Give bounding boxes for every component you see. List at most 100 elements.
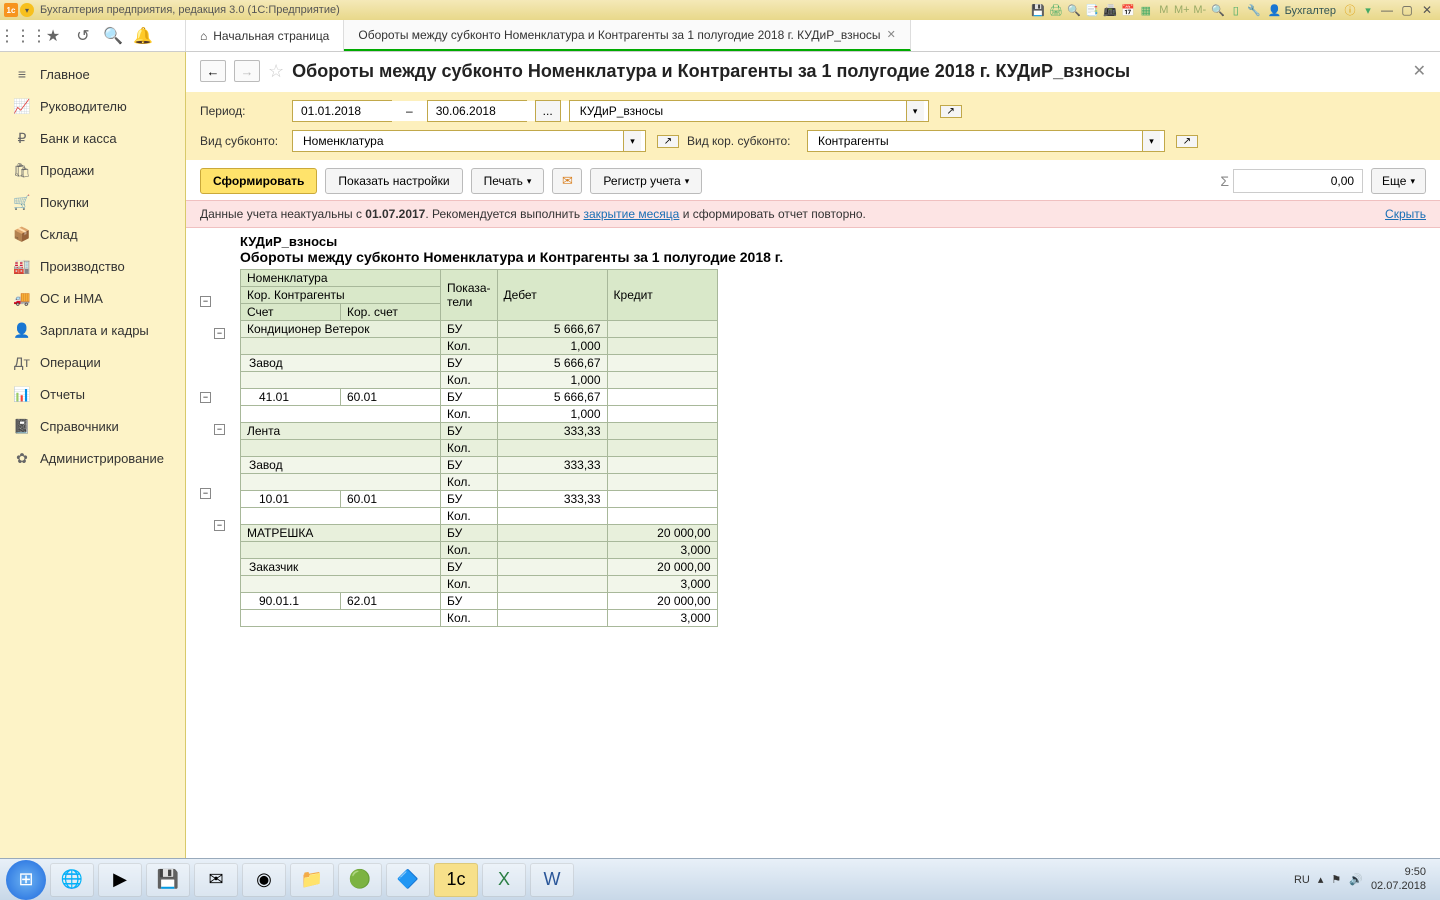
report-org-title: КУДиР_взносы	[240, 234, 1426, 249]
org-select[interactable]: ▾	[569, 100, 929, 122]
forward-button[interactable]: →	[234, 60, 260, 82]
task-app1-icon[interactable]: 🟢	[338, 863, 382, 897]
kor-subkonto-dropdown-icon[interactable]: ▾	[1142, 131, 1160, 151]
sidebar-item-0[interactable]: ≡Главное	[0, 58, 185, 90]
sidebar-item-2[interactable]: ₽Банк и касса	[0, 122, 185, 154]
close-month-link[interactable]: закрытие месяца	[583, 207, 679, 221]
tools-icon[interactable]: 🔧	[1246, 2, 1262, 18]
sidebar-item-label: Продажи	[40, 163, 94, 178]
period-pick-button[interactable]: ...	[535, 100, 561, 122]
show-settings-button[interactable]: Показать настройки	[325, 168, 462, 194]
task-excel-icon[interactable]: X	[482, 863, 526, 897]
sidebar-item-7[interactable]: 🚚ОС и НМА	[0, 282, 185, 314]
calendar-icon[interactable]: 📅	[1120, 2, 1136, 18]
kor-subkonto-select[interactable]: ▾	[807, 130, 1165, 152]
more-button[interactable]: Еще ▾	[1371, 168, 1426, 194]
sidebar-item-4[interactable]: 🛒Покупки	[0, 186, 185, 218]
page-title: Обороты между субконто Номенклатура и Ко…	[292, 61, 1130, 82]
subkonto-open-icon[interactable]: ↗	[657, 135, 679, 148]
sum-value: 0,00	[1233, 169, 1363, 193]
tray-flag-icon[interactable]: ▴	[1318, 873, 1324, 886]
task-save-icon[interactable]: 💾	[146, 863, 190, 897]
tree-collapse-icon[interactable]: −	[200, 392, 211, 403]
tree-collapse-icon[interactable]: −	[214, 520, 225, 531]
tree-collapse-icon[interactable]: −	[214, 424, 225, 435]
tree-collapse-icon[interactable]: −	[200, 488, 211, 499]
sidebar-item-5[interactable]: 📦Склад	[0, 218, 185, 250]
form-button[interactable]: Сформировать	[200, 168, 317, 194]
preview-icon[interactable]: 🔍	[1066, 2, 1082, 18]
star-icon[interactable]: ★	[44, 27, 62, 45]
start-button[interactable]: ⊞	[6, 860, 46, 900]
tab-report-label: Обороты между субконто Номенклатура и Ко…	[358, 28, 880, 42]
zoom-icon[interactable]: 🔍	[1210, 2, 1226, 18]
task-app2-icon[interactable]: 🔷	[386, 863, 430, 897]
print-icon[interactable]: 🖨	[1048, 2, 1064, 18]
maximize-button[interactable]: ▢	[1398, 3, 1416, 17]
memory-mminus-icon[interactable]: M-	[1192, 2, 1208, 18]
back-button[interactable]: ←	[200, 60, 226, 82]
apps-icon[interactable]: ⋮⋮⋮	[14, 27, 32, 45]
close-button[interactable]: ✕	[1418, 3, 1436, 17]
user-label[interactable]: 👤 Бухгалтер	[1264, 4, 1340, 17]
save-icon[interactable]: 💾	[1030, 2, 1046, 18]
tray-sound-icon[interactable]: 🔊	[1349, 873, 1363, 886]
sidebar-item-3[interactable]: 🛍Продажи	[0, 154, 185, 186]
date-to-input[interactable]: 📅	[427, 100, 527, 122]
tree-collapse-icon[interactable]: −	[214, 328, 225, 339]
sidebar-item-10[interactable]: 📊Отчеты	[0, 378, 185, 410]
tray-clock[interactable]: 9:50 02.07.2018	[1371, 866, 1434, 892]
sidebar-item-9[interactable]: ДтОперации	[0, 346, 185, 378]
kor-subkonto-open-icon[interactable]: ↗	[1176, 135, 1198, 148]
sidebar-item-1[interactable]: 📈Руководителю	[0, 90, 185, 122]
sidebar-item-8[interactable]: 👤Зарплата и кадры	[0, 314, 185, 346]
search-icon[interactable]: 🔍	[104, 27, 122, 45]
tray-flag2-icon[interactable]: ⚑	[1331, 873, 1341, 886]
page-close-icon[interactable]: ✕	[1413, 61, 1426, 81]
help-icon[interactable]: ⓘ	[1342, 2, 1358, 18]
tab-close-icon[interactable]: ✕	[887, 28, 896, 41]
toolbar-row: ⋮⋮⋮ ★ ↺ 🔍 🔔 ⌂ Начальная страница Обороты…	[0, 20, 1440, 52]
org-open-icon[interactable]: ↗	[940, 105, 962, 118]
date-from-input[interactable]: 📅	[292, 100, 392, 122]
sidebar-item-label: Отчеты	[40, 387, 85, 402]
dropdown-icon[interactable]: ▾	[20, 3, 34, 17]
email-button[interactable]: ✉	[552, 168, 582, 194]
calc-icon[interactable]: 📠	[1102, 2, 1118, 18]
help-dropdown-icon[interactable]: ▾	[1360, 2, 1376, 18]
subkonto-select[interactable]: ▾	[292, 130, 646, 152]
warning-banner: Данные учета неактуальны с 01.07.2017. Р…	[186, 200, 1440, 228]
sidebar-item-11[interactable]: 📓Справочники	[0, 410, 185, 442]
memory-m-icon[interactable]: M	[1156, 2, 1172, 18]
subkonto-dropdown-icon[interactable]: ▾	[623, 131, 641, 151]
task-mail-icon[interactable]: ✉	[194, 863, 238, 897]
sidebar-item-12[interactable]: ✿Администрирование	[0, 442, 185, 474]
task-1c-icon[interactable]: 1c	[434, 863, 478, 897]
memory-mplus-icon[interactable]: M+	[1174, 2, 1190, 18]
task-explorer-icon[interactable]: 📁	[290, 863, 334, 897]
task-chrome-icon[interactable]: ◉	[242, 863, 286, 897]
org-dropdown-icon[interactable]: ▾	[906, 101, 924, 121]
filter-panel: Период: 📅 – 📅 ... ▾ ↗ Вид субконто:	[186, 92, 1440, 160]
task-media-icon[interactable]: ▶	[98, 863, 142, 897]
sidebar-item-6[interactable]: 🏭Производство	[0, 250, 185, 282]
tray-lang[interactable]: RU	[1294, 874, 1310, 886]
tab-home[interactable]: ⌂ Начальная страница	[186, 20, 344, 51]
grid-icon[interactable]: ▦	[1138, 2, 1154, 18]
history-icon[interactable]: ↺	[74, 27, 92, 45]
task-ie-icon[interactable]: 🌐	[50, 863, 94, 897]
sidebar-icon: ✿	[14, 450, 30, 466]
sidebar-icon: 📓	[14, 418, 30, 434]
favorite-star-icon[interactable]: ☆	[268, 61, 284, 82]
hide-warning-link[interactable]: Скрыть	[1385, 207, 1426, 221]
print-button[interactable]: Печать ▾	[471, 168, 545, 194]
tree-collapse-icon[interactable]: −	[200, 296, 211, 307]
page-header: ← → ☆ Обороты между субконто Номенклатур…	[186, 52, 1440, 92]
compare-icon[interactable]: 📑	[1084, 2, 1100, 18]
register-button[interactable]: Регистр учета ▾	[590, 168, 702, 194]
bell-icon[interactable]: 🔔	[134, 27, 152, 45]
tab-report[interactable]: Обороты между субконто Номенклатура и Ко…	[344, 20, 910, 51]
minimize-button[interactable]: —	[1378, 3, 1396, 17]
task-word-icon[interactable]: W	[530, 863, 574, 897]
panels-icon[interactable]: ▯	[1228, 2, 1244, 18]
